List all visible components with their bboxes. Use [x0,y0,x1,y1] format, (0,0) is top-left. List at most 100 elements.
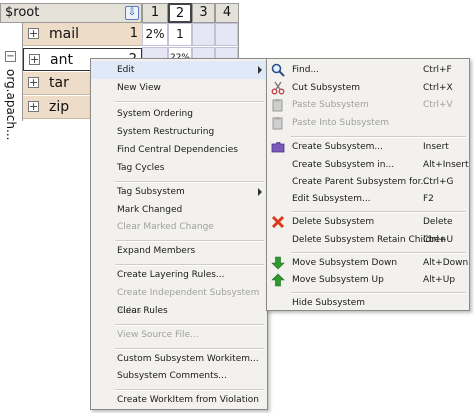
row-label: zip [49,99,70,115]
menu-item-system-restructuring[interactable]: System Restructuring [91,123,267,141]
arrow-up-icon [271,273,285,287]
column-header-4[interactable]: 4 [215,3,239,23]
shortcut-label: Ctrl+V [423,100,453,110]
submenu-item-label: Create Parent Subsystem for... [292,177,430,187]
menu-item-find-central-dependencies[interactable]: Find Central Dependencies [91,141,267,159]
submenu-item-create-subsystem[interactable]: Create Subsystem... Insert [267,138,469,156]
submenu-item-label: Edit Subsystem... [292,194,371,204]
shortcut-label: Ctrl+F [423,65,452,75]
menu-item-label: System Restructuring [117,127,215,137]
menu-item-label: Custom Subsystem Workitem... [117,354,259,364]
vertical-group-band[interactable]: − org.apach... [0,23,23,140]
submenu-item-move-subsystem-up[interactable]: Move Subsystem Up Alt+Up [267,271,469,289]
submenu-item-find[interactable]: Find... Ctrl+F [267,61,469,79]
menu-item-label: Create Layering Rules... [117,270,225,280]
edit-submenu: Find... Ctrl+F Cut Subsystem Ctrl+X Paste … [266,58,470,311]
submenu-item-cut-subsystem[interactable]: Cut Subsystem Ctrl+X [267,79,469,97]
column-header-2[interactable]: 2 [168,3,192,23]
root-title: $root [5,5,40,20]
menu-item-clear-rules[interactable]: Clear Rules [91,302,267,320]
matrix-cell[interactable] [192,23,215,46]
shortcut-label: Alt+Down [423,258,469,268]
submenu-item-label: Find... [292,65,320,75]
shortcut-label: Insert [423,142,449,152]
submenu-item-label: Move Subsystem Down [292,258,398,268]
shortcut-label: Ctrl+X [423,83,453,93]
row-label: ant [50,52,73,68]
menu-item-label: Clear Rules [117,306,168,316]
menu-item-clear-marked-change[interactable]: Clear Marked Change [91,218,267,236]
submenu-item-paste-subsystem[interactable]: Paste Subsystem Ctrl+V [267,96,469,114]
menu-item-create-workitem-from-violation[interactable]: Create WorkItem from Violation [91,391,267,409]
menu-item-label: Find Central Dependencies [117,145,238,155]
expand-plus-icon[interactable]: + [28,28,39,39]
submenu-item-create-parent-subsystem[interactable]: Create Parent Subsystem for... Ctrl+G [267,173,469,191]
submenu-item-label: Hide Subsystem [292,298,366,308]
clipboard-icon [272,117,283,130]
context-menu: Edit New View System Ordering System Res… [90,58,268,410]
menu-item-create-layering-rules[interactable]: Create Layering Rules... [91,266,267,284]
matrix-cell[interactable] [215,23,238,46]
row-label: mail [49,26,79,42]
menu-item-label: System Ordering [117,109,193,119]
menu-item-expand-members[interactable]: Expand Members [91,242,267,260]
folder-icon [271,142,285,153]
expand-plus-icon[interactable]: + [28,101,39,112]
menu-item-system-ordering[interactable]: System Ordering [91,105,267,123]
arrow-down-icon [271,256,285,270]
submenu-item-delete-subsystem-retain-children[interactable]: Delete Subsystem Retain Children Ctrl+U [267,231,469,249]
shortcut-label: Ctrl+G [423,177,454,187]
submenu-item-label: Paste Into Subsystem [292,118,390,128]
matrix-cell[interactable]: 2% [142,23,168,46]
submenu-item-label: Move Subsystem Up [292,275,384,285]
clipboard-icon [272,99,283,112]
menu-item-label: Edit [117,65,135,75]
menu-item-label: Create WorkItem from Violation [117,395,259,405]
column-header-1[interactable]: 1 [142,3,168,23]
menu-item-label: Tag Subsystem [117,187,185,197]
menu-item-subsystem-comments[interactable]: Subsystem Comments... [91,367,267,385]
menu-separator [115,101,264,103]
expand-plus-icon[interactable]: + [29,54,40,65]
collapse-down-icon[interactable]: ⇩ [125,6,139,20]
matrix-cell[interactable]: 1 [168,23,192,46]
collapse-minus-icon[interactable]: − [5,51,16,62]
column-header-3[interactable]: 3 [192,3,215,23]
menu-item-label: Expand Members [117,246,196,256]
menu-item-create-independent-subsystem-rules[interactable]: Create Independent Subsystem Rules [91,284,267,316]
vertical-group-label: org.apach... [4,69,18,141]
menu-item-view-source-file[interactable]: View Source File... [91,326,267,344]
submenu-item-label: Delete Subsystem [292,217,375,227]
submenu-arrow-icon [258,188,262,196]
shortcut-label: Delete [423,217,453,227]
submenu-item-create-subsystem-in[interactable]: Create Subsystem in... Alt+Insert [267,156,469,174]
submenu-arrow-icon [258,66,262,74]
submenu-item-move-subsystem-down[interactable]: Move Subsystem Down Alt+Down [267,254,469,272]
menu-item-mark-changed[interactable]: Mark Changed [91,201,267,219]
matrix-row-mail[interactable]: + mail 1 [23,23,142,46]
menu-item-tag-subsystem[interactable]: Tag Subsystem [91,183,267,201]
magnifier-icon [271,63,285,77]
menu-item-tag-cycles[interactable]: Tag Cycles [91,159,267,177]
shortcut-label: Alt+Up [423,275,456,285]
submenu-item-label: Paste Subsystem [292,100,369,110]
menu-item-label: Subsystem Comments... [117,371,227,381]
submenu-item-paste-into-subsystem[interactable]: Paste Into Subsystem [267,114,469,132]
menu-item-edit[interactable]: Edit [91,61,267,79]
delete-x-icon [271,215,285,229]
menu-item-label: Clear Marked Change [117,222,214,232]
submenu-item-label: Cut Subsystem [292,83,361,93]
submenu-item-edit-subsystem[interactable]: Edit Subsystem... F2 [267,190,469,208]
submenu-item-delete-subsystem[interactable]: Delete Subsystem Delete [267,213,469,231]
submenu-item-label: Create Subsystem in... [292,160,395,170]
menu-item-label: Mark Changed [117,205,183,215]
menu-item-new-view[interactable]: New View [91,79,267,97]
shortcut-label: Ctrl+U [423,235,454,245]
row-index: 1 [129,26,138,41]
root-header[interactable]: $root ⇩ [0,3,142,23]
menu-item-label: Tag Cycles [117,163,165,173]
menu-item-custom-subsystem-workitem[interactable]: Custom Subsystem Workitem... [91,350,267,368]
expand-plus-icon[interactable]: + [28,77,39,88]
menu-item-label: New View [117,83,161,93]
submenu-item-hide-subsystem[interactable]: Hide Subsystem [267,294,469,312]
